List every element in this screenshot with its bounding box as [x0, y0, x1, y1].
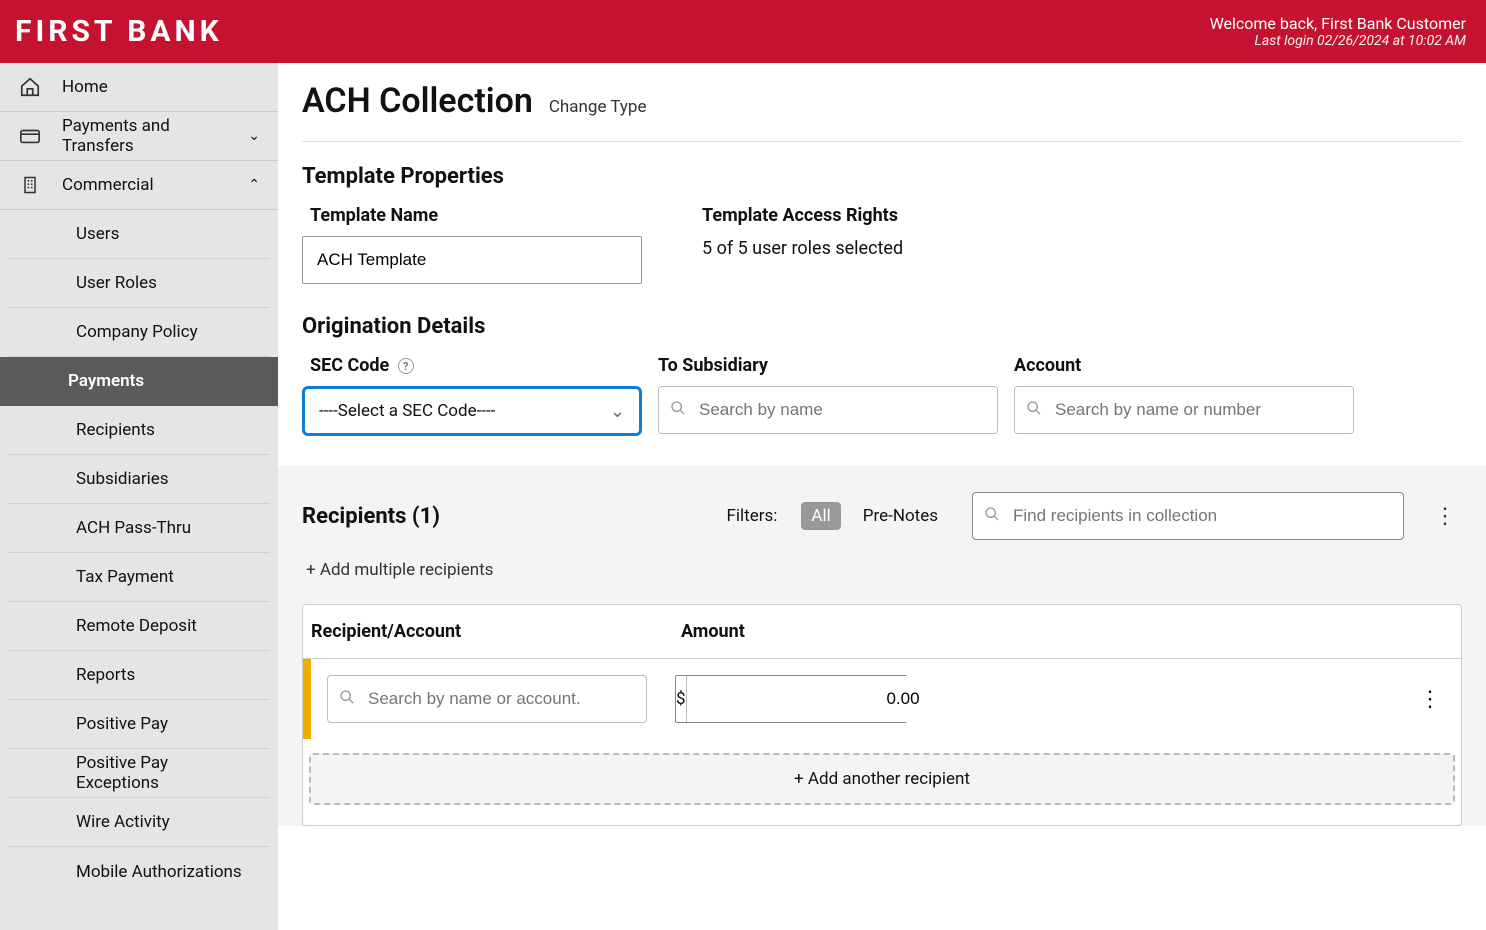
to-subsidiary-label: To Subsidiary [658, 355, 998, 376]
nav-payments-transfers[interactable]: Payments and Transfers ⌄ [0, 112, 278, 161]
main-content: ACH Collection Change Type Template Prop… [278, 63, 1486, 930]
home-icon [18, 76, 42, 98]
help-icon[interactable]: ? [398, 358, 414, 374]
building-icon [18, 174, 42, 196]
chevron-down-icon: ⌄ [248, 128, 260, 144]
recipient-account-input[interactable] [327, 675, 647, 723]
nav-remote-deposit[interactable]: Remote Deposit [8, 602, 270, 651]
nav-label: Wire Activity [76, 812, 170, 832]
nav-positive-pay-exceptions[interactable]: Positive Pay Exceptions [8, 749, 270, 798]
app-header: FIRST BANK Welcome back, First Bank Cust… [0, 0, 1486, 63]
logo: FIRST BANK [15, 14, 223, 49]
currency-symbol: $ [676, 676, 687, 722]
nav-label: Payments and Transfers [62, 116, 228, 156]
last-login-text: Last login 02/26/2024 at 10:02 AM [1210, 33, 1466, 49]
search-icon [984, 506, 1000, 526]
nav-wire-activity[interactable]: Wire Activity [8, 798, 270, 847]
to-subsidiary-input[interactable] [658, 386, 998, 434]
nav-mobile-authorizations[interactable]: Mobile Authorizations [8, 847, 270, 896]
nav-label: ACH Pass-Thru [76, 518, 191, 538]
divider [302, 141, 1462, 142]
add-multiple-recipients-link[interactable]: + Add multiple recipients [302, 560, 1462, 580]
nav-label: Positive Pay [76, 714, 168, 734]
col-recipient-header: Recipient/Account [311, 621, 681, 642]
nav-label: Subsidiaries [76, 469, 169, 489]
sec-code-label: SEC Code ? [302, 355, 642, 376]
nav-user-roles[interactable]: User Roles [8, 259, 270, 308]
commercial-submenu: Users User Roles Company Policy Payments… [0, 210, 278, 896]
card-icon [18, 125, 42, 147]
nav-label: Company Policy [76, 322, 198, 342]
sidebar: Home Payments and Transfers ⌄ Commercial… [0, 63, 278, 930]
access-rights-value: 5 of 5 user roles selected [702, 236, 1042, 259]
nav-payments[interactable]: Payments [0, 357, 278, 406]
row-options-menu[interactable]: ⋮ [1419, 687, 1441, 712]
recipients-options-menu[interactable]: ⋮ [1428, 504, 1462, 529]
welcome-text: Welcome back, First Bank Customer [1210, 14, 1466, 33]
search-icon [339, 689, 355, 709]
nav-commercial[interactable]: Commercial ⌃ [0, 161, 278, 210]
nav-subsidiaries[interactable]: Subsidiaries [8, 455, 270, 504]
filter-pre-notes[interactable]: Pre-Notes [853, 502, 948, 530]
change-type-link[interactable]: Change Type [549, 97, 647, 117]
account-label: Account [1014, 355, 1354, 376]
chevron-up-icon: ⌃ [248, 177, 260, 193]
sec-code-placeholder: ----Select a SEC Code---- [319, 401, 495, 421]
template-name-input[interactable] [302, 236, 642, 284]
nav-company-policy[interactable]: Company Policy [8, 308, 270, 357]
nav-label: Commercial [62, 175, 228, 195]
recipients-search-input[interactable] [972, 492, 1404, 540]
amount-input[interactable] [687, 676, 932, 722]
nav-recipients[interactable]: Recipients [8, 406, 270, 455]
nav-label: Remote Deposit [76, 616, 197, 636]
recipient-row: $ ⋮ [303, 659, 1461, 739]
filter-all[interactable]: All [801, 502, 840, 530]
filters-label: Filters: [727, 506, 778, 526]
nav-positive-pay[interactable]: Positive Pay [8, 700, 270, 749]
nav-label: Reports [76, 665, 135, 685]
search-icon [670, 400, 686, 420]
search-icon [1026, 400, 1042, 420]
nav-label: Home [62, 77, 260, 97]
nav-home[interactable]: Home [0, 63, 278, 112]
recipients-table: Recipient/Account Amount $ ⋮ [302, 604, 1462, 826]
col-amount-header: Amount [681, 621, 745, 642]
nav-reports[interactable]: Reports [8, 651, 270, 700]
nav-label: Recipients [76, 420, 155, 440]
recipients-heading: Recipients (1) [302, 504, 440, 529]
origination-details-heading: Origination Details [302, 314, 1462, 339]
nav-label: User Roles [76, 273, 157, 293]
chevron-down-icon: ⌄ [610, 401, 625, 422]
nav-label: Positive Pay Exceptions [76, 753, 252, 793]
nav-label: Payments [68, 371, 144, 391]
nav-ach-pass-thru[interactable]: ACH Pass-Thru [8, 504, 270, 553]
nav-users[interactable]: Users [8, 210, 270, 259]
account-input[interactable] [1014, 386, 1354, 434]
template-properties-heading: Template Properties [302, 164, 1462, 189]
add-another-recipient-button[interactable]: + Add another recipient [309, 753, 1455, 805]
amount-field: $ [675, 675, 907, 723]
nav-label: Mobile Authorizations [76, 862, 242, 882]
nav-label: Tax Payment [76, 567, 174, 587]
template-name-label: Template Name [302, 205, 642, 226]
welcome-block: Welcome back, First Bank Customer Last l… [1210, 14, 1466, 49]
nav-label: Users [76, 224, 119, 244]
page-title: ACH Collection [302, 81, 533, 121]
nav-tax-payment[interactable]: Tax Payment [8, 553, 270, 602]
sec-code-select[interactable]: ----Select a SEC Code---- ⌄ [302, 386, 642, 436]
access-rights-label: Template Access Rights [702, 205, 1042, 226]
